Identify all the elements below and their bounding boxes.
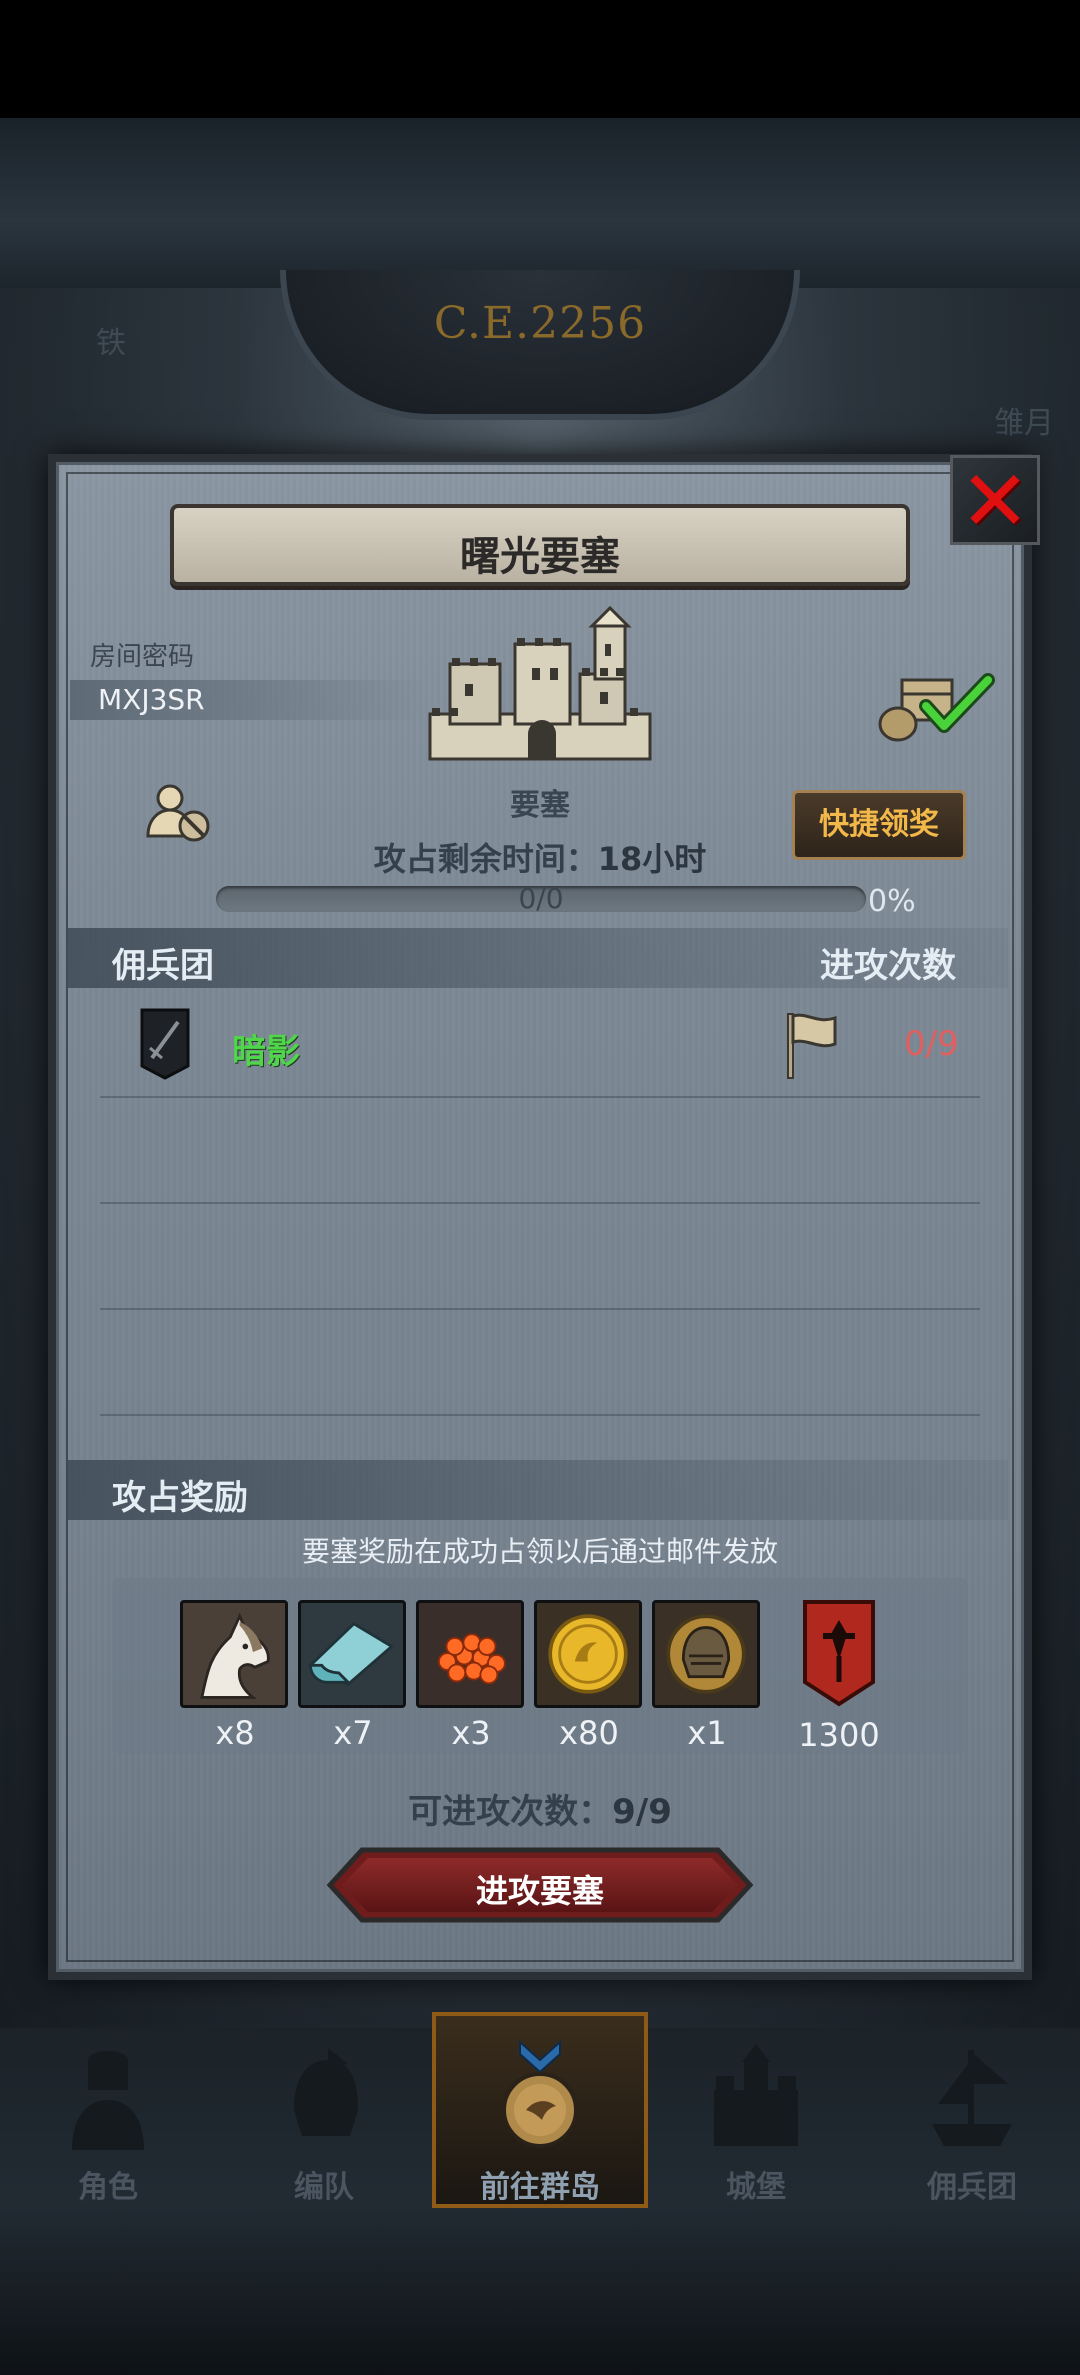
nav-label: 佣兵团: [927, 2170, 1017, 2205]
guild-attack-count: 0/9: [904, 1024, 959, 1064]
nav-item-castle[interactable]: 城堡: [648, 2018, 864, 2208]
reward-item[interactable]: x7: [298, 1600, 408, 1752]
guild-section-title: 佣兵团: [112, 946, 214, 986]
remaining-time-label: 攻占剩余时间：: [373, 840, 598, 878]
fortress-castle-icon: [428, 605, 652, 761]
close-button[interactable]: ✕: [950, 452, 1040, 550]
capture-progress-percent: 0%: [868, 884, 916, 919]
nav-item-character[interactable]: 角色: [0, 2018, 216, 2208]
rewards-section-title: 攻占奖励: [112, 1478, 248, 1518]
resource-label-left: 铁: [96, 326, 126, 361]
reward-item[interactable]: 1300: [784, 1600, 894, 1754]
reward-qty: x80: [559, 1714, 619, 1752]
reward-qty: x8: [215, 1714, 255, 1752]
helmet-formation-icon: [294, 2048, 358, 2136]
reward-item[interactable]: x80: [534, 1600, 644, 1752]
nav-label: 角色: [78, 2170, 138, 2205]
close-icon: ✕: [959, 452, 1031, 550]
knight-helmet-icon: [655, 1603, 757, 1705]
dialog-title: 曙光要塞: [460, 534, 620, 580]
castle-icon: [714, 2044, 798, 2146]
reward-slot: [534, 1600, 642, 1708]
title-banner: 曙光要塞: [170, 504, 910, 586]
nav-label: 前往群岛: [480, 2170, 600, 2205]
row-divider: [100, 1202, 980, 1204]
reward-slot: [298, 1600, 406, 1708]
attack-fortress-button[interactable]: 进攻要塞: [326, 1846, 754, 1924]
attacks-available-value: 9/9: [612, 1792, 672, 1832]
horse-icon: [183, 1603, 285, 1705]
attacks-available: 可进攻次数：9/9: [0, 1784, 1080, 1833]
guild-name[interactable]: 暗影: [232, 1024, 300, 1073]
loot-claimed-icon: [878, 673, 995, 742]
guild-banner-icon: [803, 1600, 875, 1707]
nav-item-go-islands[interactable]: 前往群岛: [432, 2018, 648, 2208]
reward-qty: x3: [451, 1714, 491, 1752]
reward-slot: [652, 1600, 760, 1708]
nav-item-mercenary-guild[interactable]: 佣兵团: [864, 2018, 1080, 2208]
reward-qty: x7: [333, 1714, 373, 1752]
attacks-section-title: 进攻次数: [820, 946, 956, 986]
row-divider: [100, 1414, 980, 1416]
remaining-time: 攻占剩余时间：18小时: [0, 834, 1080, 880]
reward-slot: [416, 1600, 524, 1708]
caviar-icon: [419, 1603, 521, 1705]
nav-label: 城堡: [726, 2170, 786, 2205]
island-compass-icon: [502, 2040, 578, 2148]
room-password-value: MXJ3SR: [70, 680, 430, 720]
capture-progress-count: 0/0: [518, 882, 564, 915]
fortress-label: 要塞: [510, 788, 570, 823]
month-label: 雏月: [994, 406, 1054, 441]
reward-item[interactable]: x3: [416, 1600, 526, 1752]
row-divider: [100, 1308, 980, 1310]
gold-coin-icon: [537, 1603, 639, 1705]
rewards-note: 要塞奖励在成功占领以后通过邮件发放: [301, 1535, 778, 1568]
remaining-time-value: 18小时: [597, 840, 707, 878]
nav-item-formation[interactable]: 编队: [216, 2018, 432, 2208]
bottom-nav: 角色 编队 前往群岛 城堡 佣兵团: [0, 2018, 1080, 2208]
attack-button-label: 进攻要塞: [475, 1872, 604, 1910]
room-password-label: 房间密码: [90, 642, 195, 672]
reward-slot: [180, 1600, 288, 1708]
attacks-available-label: 可进攻次数：: [408, 1792, 613, 1832]
guild-emblem-icon: [140, 1008, 190, 1080]
reward-item[interactable]: x1: [652, 1600, 762, 1752]
knight-bust-icon: [72, 2051, 144, 2150]
ship-guild-icon: [932, 2050, 1012, 2146]
flag-icon: [787, 1013, 837, 1079]
cloth-scroll-icon: [301, 1603, 403, 1705]
row-divider: [100, 1096, 980, 1098]
top-header-bar: [0, 118, 1080, 288]
reward-qty: x1: [687, 1714, 727, 1752]
nav-label: 编队: [294, 2170, 354, 2205]
reward-qty: 1300: [798, 1716, 880, 1754]
reward-item[interactable]: x8: [180, 1600, 290, 1752]
era-label: C.E.2256: [433, 298, 647, 349]
